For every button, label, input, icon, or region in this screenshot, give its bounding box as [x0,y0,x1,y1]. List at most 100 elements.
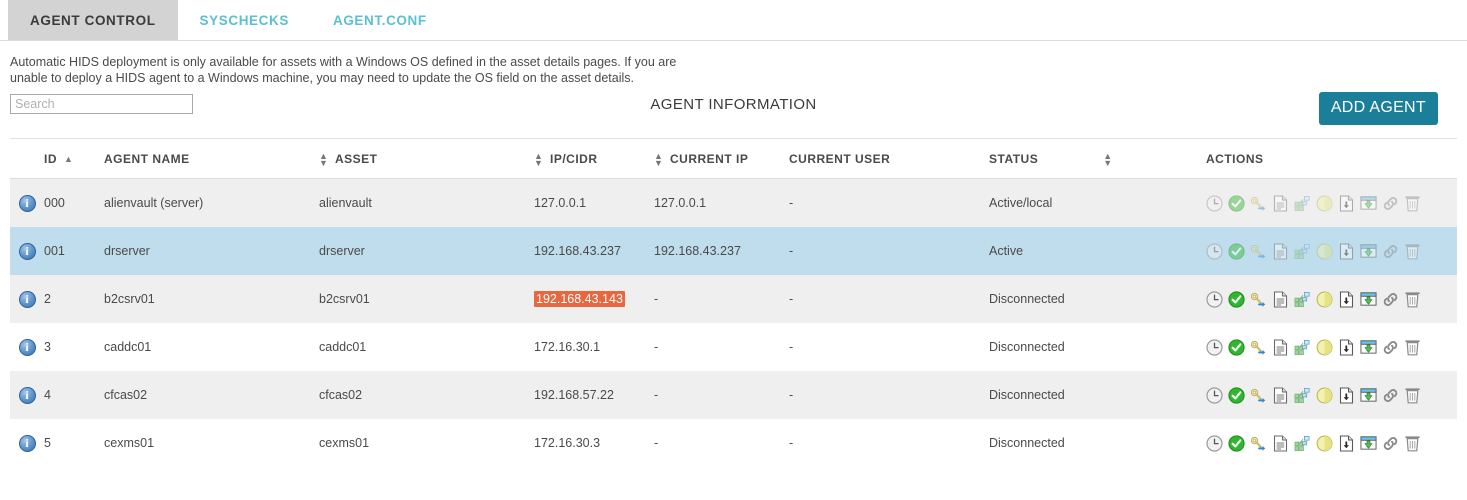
clock-icon[interactable] [1206,194,1223,212]
link-icon[interactable] [1382,339,1399,356]
check-circle-icon[interactable] [1228,386,1245,404]
cell-agent-name: drserver [104,227,319,275]
document-icon[interactable] [1272,338,1289,356]
table-row[interactable]: 001drserverdrserver192.168.43.237192.168… [10,227,1457,275]
row-info-cell[interactable] [10,323,44,371]
table-row[interactable]: 3caddc01caddc01172.16.30.1--Disconnected [10,323,1457,371]
document-icon[interactable] [1272,242,1289,260]
pie-icon[interactable] [1316,195,1333,212]
col-status[interactable]: STATUS ▲ ▼ [989,139,1204,179]
download-file-icon[interactable] [1338,434,1355,452]
check-circle-icon[interactable] [1228,338,1245,356]
key-icon[interactable] [1250,243,1267,260]
trash-icon[interactable] [1404,243,1421,260]
download-file-icon[interactable] [1338,242,1355,260]
link-icon[interactable] [1382,243,1399,260]
key-icon[interactable] [1250,195,1267,212]
row-info-cell[interactable] [10,419,44,467]
row-info-cell[interactable] [10,227,44,275]
sort-both-icon-status[interactable]: ▲ ▼ [1103,151,1112,167]
add-agent-button[interactable]: ADD AGENT [1318,92,1438,125]
pie-icon[interactable] [1316,435,1333,452]
sort-both-icon-currentip[interactable]: ▲ ▼ [654,151,663,167]
sort-both-icon-asset[interactable]: ▲ ▼ [319,151,328,167]
row-info-cell[interactable] [10,178,44,227]
key-icon[interactable] [1250,435,1267,452]
link-icon[interactable] [1382,195,1399,212]
info-icon[interactable] [18,434,36,452]
col-ipcidr[interactable]: ▲ ▼ IP/CIDR [534,139,654,179]
info-icon[interactable] [18,194,36,212]
trash-icon[interactable] [1404,291,1421,308]
deploy-window-icon[interactable] [1360,243,1377,260]
clock-icon[interactable] [1206,338,1223,356]
deploy-window-icon[interactable] [1360,291,1377,308]
table-row[interactable]: 4cfcas02cfcas02192.168.57.22--Disconnect… [10,371,1457,419]
network-icon[interactable] [1294,243,1311,260]
network-icon[interactable] [1294,435,1311,452]
check-circle-icon[interactable] [1228,194,1245,212]
document-icon[interactable] [1272,434,1289,452]
pie-icon[interactable] [1316,291,1333,308]
network-icon[interactable] [1294,291,1311,308]
download-file-icon[interactable] [1338,386,1355,404]
pie-icon[interactable] [1316,339,1333,356]
clock-icon[interactable] [1206,434,1223,452]
cell-actions [1204,178,1457,227]
deploy-window-icon[interactable] [1360,339,1377,356]
cell-ipcidr: 192.168.43.143 [534,275,654,323]
link-icon[interactable] [1382,387,1399,404]
pie-icon[interactable] [1316,243,1333,260]
network-icon[interactable] [1294,387,1311,404]
trash-icon[interactable] [1404,339,1421,356]
cell-actions [1204,323,1457,371]
cell-current-user: - [789,227,989,275]
download-file-icon[interactable] [1338,194,1355,212]
col-current-user[interactable]: CURRENT USER [789,139,989,179]
download-file-icon[interactable] [1338,290,1355,308]
pie-icon[interactable] [1316,387,1333,404]
network-icon[interactable] [1294,195,1311,212]
table-row[interactable]: 5cexms01cexms01172.16.30.3--Disconnected [10,419,1457,467]
document-icon[interactable] [1272,386,1289,404]
info-icon[interactable] [18,386,36,404]
check-circle-icon[interactable] [1228,242,1245,260]
clock-icon[interactable] [1206,290,1223,308]
col-current-ip[interactable]: ▲ ▼ CURRENT IP [654,139,789,179]
trash-icon[interactable] [1404,387,1421,404]
clock-icon[interactable] [1206,386,1223,404]
key-icon[interactable] [1250,339,1267,356]
col-asset[interactable]: ▲ ▼ ASSET [319,139,534,179]
cell-ipcidr: 172.16.30.3 [534,419,654,467]
link-icon[interactable] [1382,435,1399,452]
trash-icon[interactable] [1404,435,1421,452]
tab-agent-conf[interactable]: AGENT.CONF [311,0,449,40]
deploy-window-icon[interactable] [1360,387,1377,404]
deploy-window-icon[interactable] [1360,435,1377,452]
info-icon[interactable] [18,338,36,356]
info-icon[interactable] [18,242,36,260]
download-file-icon[interactable] [1338,338,1355,356]
clock-icon[interactable] [1206,242,1223,260]
row-info-cell[interactable] [10,275,44,323]
link-icon[interactable] [1382,291,1399,308]
key-icon[interactable] [1250,387,1267,404]
document-icon[interactable] [1272,194,1289,212]
check-circle-icon[interactable] [1228,290,1245,308]
check-circle-icon[interactable] [1228,434,1245,452]
table-row[interactable]: 2b2csrv01b2csrv01192.168.43.143--Disconn… [10,275,1457,323]
deploy-window-icon[interactable] [1360,195,1377,212]
col-id[interactable]: ID ▲ [44,139,104,179]
sort-both-icon-ipcidr[interactable]: ▲ ▼ [534,151,543,167]
tab-syschecks[interactable]: SYSCHECKS [178,0,311,40]
row-info-cell[interactable] [10,371,44,419]
sort-asc-icon[interactable]: ▲ [64,154,73,163]
info-icon[interactable] [18,290,36,308]
col-agent-name[interactable]: AGENT NAME [104,139,319,179]
table-row[interactable]: 000alienvault (server)alienvault127.0.0.… [10,178,1457,227]
key-icon[interactable] [1250,291,1267,308]
document-icon[interactable] [1272,290,1289,308]
network-icon[interactable] [1294,339,1311,356]
tab-agent-control[interactable]: AGENT CONTROL [8,0,178,40]
trash-icon[interactable] [1404,195,1421,212]
